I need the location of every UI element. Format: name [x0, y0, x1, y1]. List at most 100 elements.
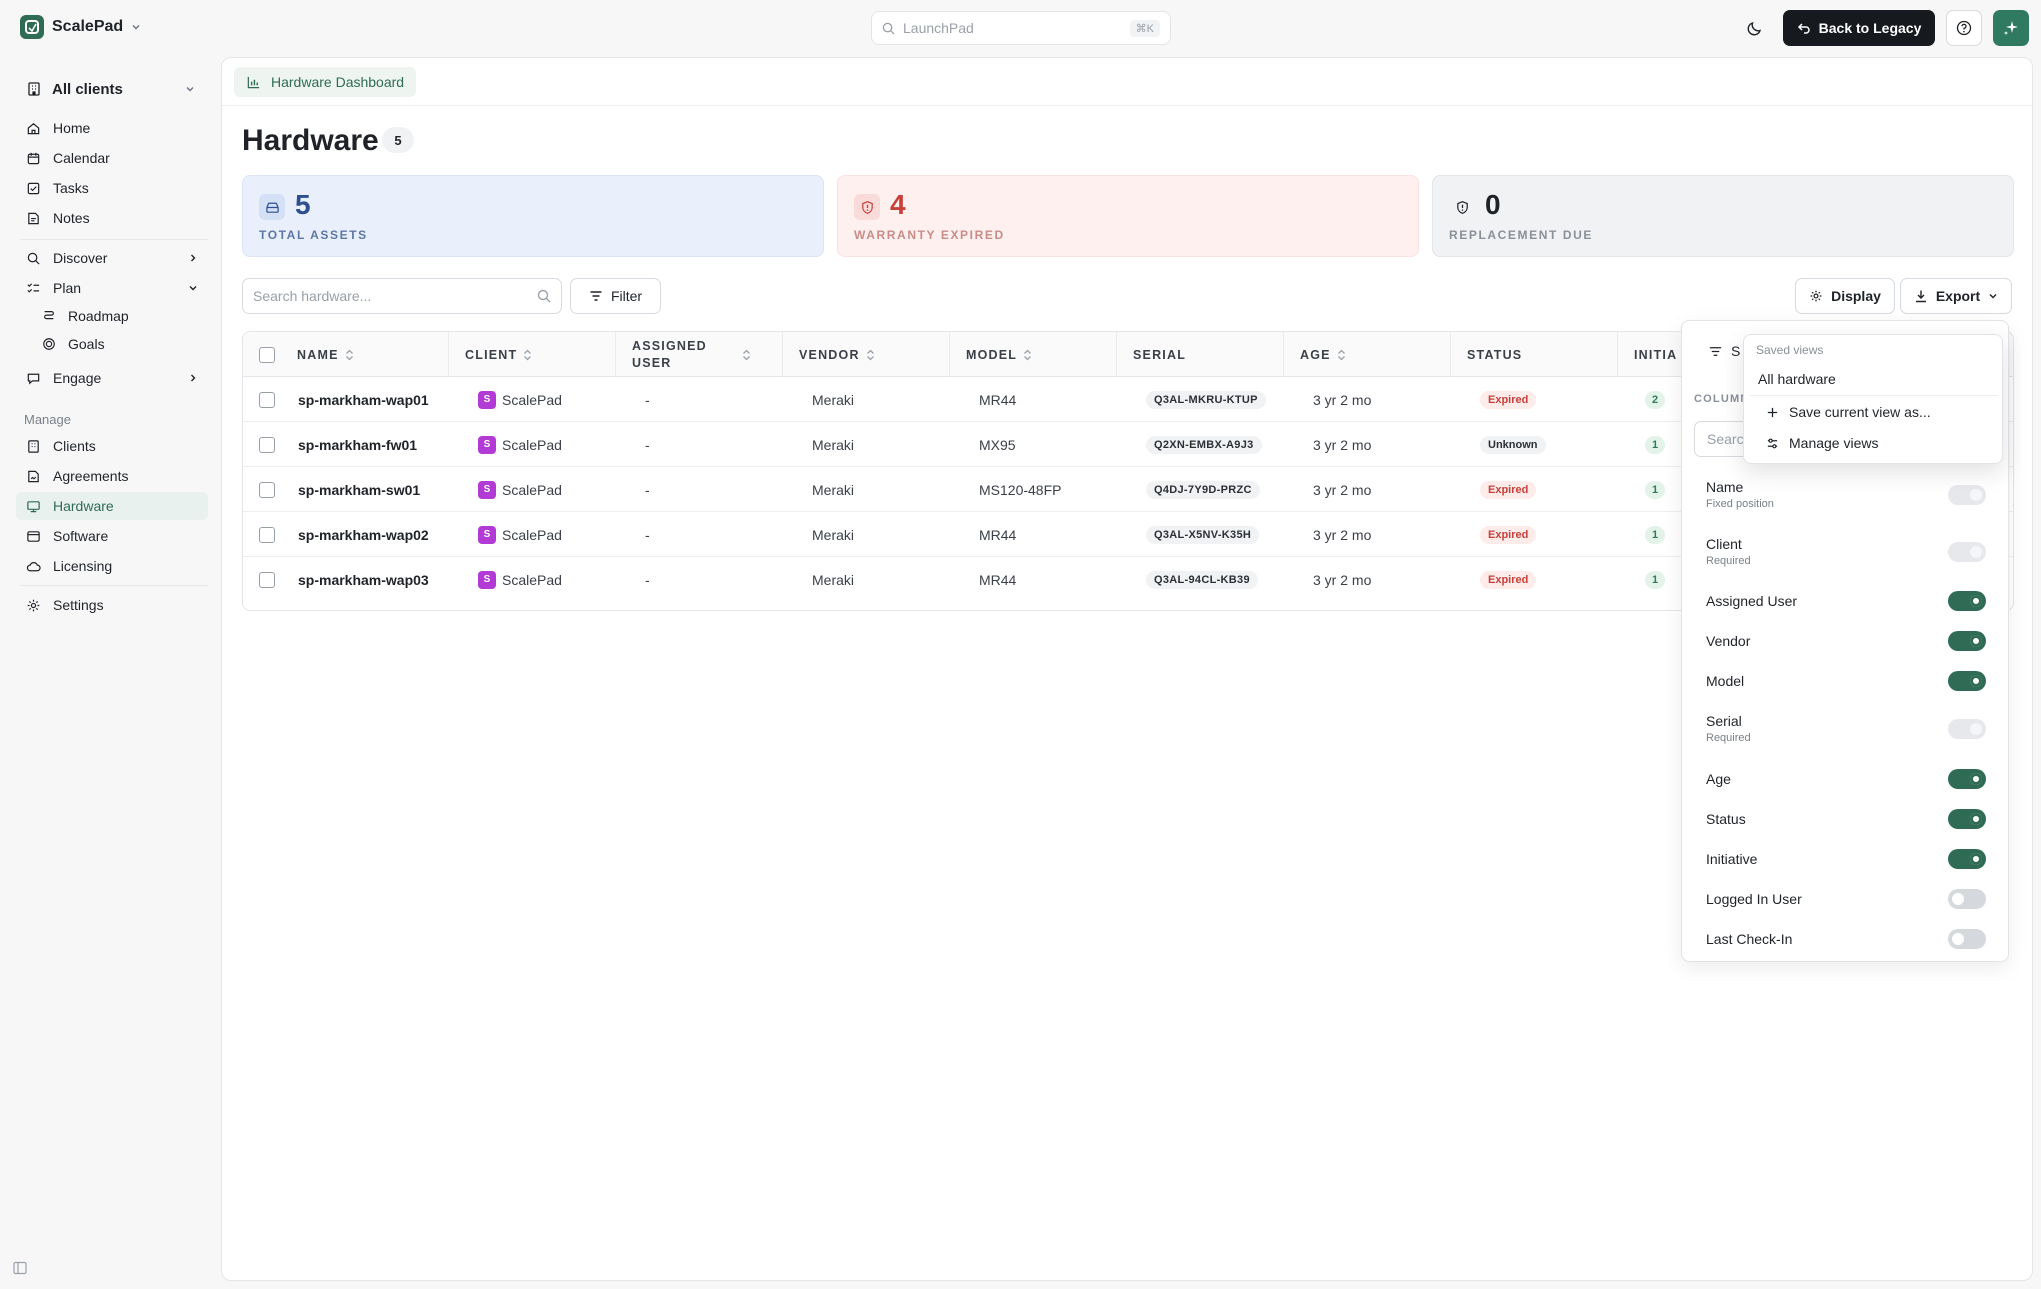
column-toggle[interactable]: [1948, 809, 1986, 829]
column-toggle[interactable]: [1948, 631, 1986, 651]
column-option-age[interactable]: Age: [1706, 769, 1998, 789]
sidebar-item-home[interactable]: Home: [16, 114, 208, 142]
device-name[interactable]: sp-markham-fw01: [298, 422, 417, 467]
view-all-hardware[interactable]: All hardware: [1748, 364, 1998, 394]
sidebar-collapse-icon[interactable]: [12, 1260, 28, 1276]
back-to-legacy-button[interactable]: Back to Legacy: [1783, 10, 1935, 46]
client-selector[interactable]: All clients: [18, 72, 203, 106]
sort-icon: [1337, 349, 1346, 361]
column-header-age[interactable]: AGE: [1283, 332, 1450, 377]
sidebar-item-clients[interactable]: Clients: [16, 432, 208, 460]
column-option-logged-in-user[interactable]: Logged In User: [1706, 889, 1998, 909]
roadmap-icon: [42, 309, 56, 323]
vendor: Meraki: [812, 526, 855, 543]
back-to-legacy-label: Back to Legacy: [1818, 20, 1922, 36]
column-header-assigned-user[interactable]: ASSIGNED USER: [615, 332, 782, 377]
breadcrumb-hardware-dashboard[interactable]: Hardware Dashboard: [234, 67, 417, 97]
column-toggle[interactable]: [1948, 929, 1986, 949]
manage-views-item[interactable]: Manage views: [1748, 428, 1998, 458]
sidebar-item-calendar[interactable]: Calendar: [16, 144, 208, 172]
column-toggle[interactable]: [1948, 889, 1986, 909]
column-header-label: NAME: [297, 347, 339, 362]
device-name[interactable]: sp-markham-wap01: [298, 377, 429, 422]
status-badge: Expired: [1480, 570, 1537, 589]
device-name[interactable]: sp-markham-wap02: [298, 512, 429, 557]
sidebar-item-plan[interactable]: Plan: [16, 274, 208, 302]
filter-button[interactable]: Filter: [570, 278, 661, 314]
sidebar-item-settings[interactable]: Settings: [16, 591, 208, 619]
column-toggle[interactable]: [1948, 769, 1986, 789]
column-header-serial[interactable]: SERIAL: [1116, 332, 1283, 377]
sidebar-item-software[interactable]: Software: [16, 522, 208, 550]
views-list-icon: [1708, 344, 1723, 359]
device-name[interactable]: sp-markham-wap03: [298, 557, 429, 602]
undo-icon: [1797, 21, 1811, 35]
clients-icon: [26, 439, 41, 454]
display-button[interactable]: Display: [1795, 278, 1895, 314]
row-checkbox[interactable]: [259, 391, 275, 408]
sidebar-item-licensing[interactable]: Licensing: [16, 552, 208, 580]
client-cell: S ScalePad: [478, 512, 562, 557]
column-toggle[interactable]: [1948, 671, 1986, 691]
model: MR44: [979, 526, 1017, 543]
select-all-checkbox[interactable]: [259, 346, 275, 363]
scalepad-logo-icon: [20, 15, 44, 39]
hardware-icon: [26, 499, 41, 514]
column-option-last-check-in[interactable]: Last Check-In: [1706, 929, 1998, 949]
column-header-name[interactable]: NAME: [281, 332, 448, 377]
filter-label: Filter: [610, 288, 643, 304]
column-header-label: SERIAL: [1133, 347, 1187, 362]
sidebar-item-engage[interactable]: Engage: [16, 364, 208, 392]
sidebar-item-label: Roadmap: [68, 308, 129, 324]
column-option-model[interactable]: Model: [1706, 671, 1998, 691]
display-label: Display: [1831, 288, 1881, 304]
calendar-icon: [26, 151, 41, 166]
help-button[interactable]: [1946, 10, 1982, 46]
sidebar-item-hardware[interactable]: Hardware: [16, 492, 208, 520]
row-checkbox[interactable]: [259, 571, 275, 588]
hardware-search-input[interactable]: Search hardware...: [242, 278, 562, 314]
column-toggle: [1948, 542, 1986, 562]
column-header-status[interactable]: STATUS: [1450, 332, 1617, 377]
row-checkbox[interactable]: [259, 436, 275, 453]
plus-icon: [1766, 406, 1779, 419]
sidebar-item-tasks[interactable]: Tasks: [16, 174, 208, 202]
launchpad-search[interactable]: LaunchPad ⌘K: [871, 11, 1171, 45]
saved-views-trigger[interactable]: S: [1708, 343, 1740, 359]
device-name[interactable]: sp-markham-sw01: [298, 467, 420, 512]
column-header-client[interactable]: CLIENT: [448, 332, 615, 377]
client-avatar: S: [478, 480, 496, 499]
ai-assistant-button[interactable]: [1993, 10, 2029, 46]
search-placeholder: Search hardware...: [253, 288, 372, 304]
age: 3 yr 2 mo: [1313, 436, 1372, 453]
model: MX95: [979, 436, 1016, 453]
theme-toggle-moon-icon[interactable]: [1742, 15, 1768, 41]
notes-icon: [26, 211, 41, 226]
column-option-status[interactable]: Status: [1706, 809, 1998, 829]
column-toggle[interactable]: [1948, 849, 1986, 869]
save-current-view-item[interactable]: Save current view as...: [1748, 397, 1998, 427]
column-option-serial: Serial Required: [1706, 713, 1998, 744]
column-header-vendor[interactable]: VENDOR: [782, 332, 949, 377]
brand-switcher[interactable]: ScalePad: [20, 15, 141, 39]
sidebar-item-agreements[interactable]: Agreements: [16, 462, 208, 490]
gear-icon: [26, 598, 41, 613]
sidebar-item-discover[interactable]: Discover: [16, 244, 208, 272]
row-checkbox[interactable]: [259, 526, 275, 543]
column-toggle[interactable]: [1948, 591, 1986, 611]
sidebar-item-goals[interactable]: Goals: [32, 330, 208, 358]
column-header-model[interactable]: MODEL: [949, 332, 1116, 377]
stat-value: 0: [1485, 189, 1501, 220]
serial-badge: Q4DJ-7Y9D-PRZC: [1146, 480, 1260, 499]
sidebar-item-notes[interactable]: Notes: [16, 204, 208, 232]
shield-alert-icon: [854, 194, 880, 220]
export-label: Export: [1935, 288, 1981, 304]
row-checkbox[interactable]: [259, 481, 275, 498]
export-button[interactable]: Export: [1900, 278, 2012, 314]
column-option-initiative[interactable]: Initiative: [1706, 849, 1998, 869]
column-option-vendor[interactable]: Vendor: [1706, 631, 1998, 651]
sidebar-item-roadmap[interactable]: Roadmap: [32, 302, 208, 330]
assigned-user: -: [645, 571, 650, 588]
toggle-knob: [1970, 853, 1982, 865]
column-option-assigned-user[interactable]: Assigned User: [1706, 591, 1998, 611]
